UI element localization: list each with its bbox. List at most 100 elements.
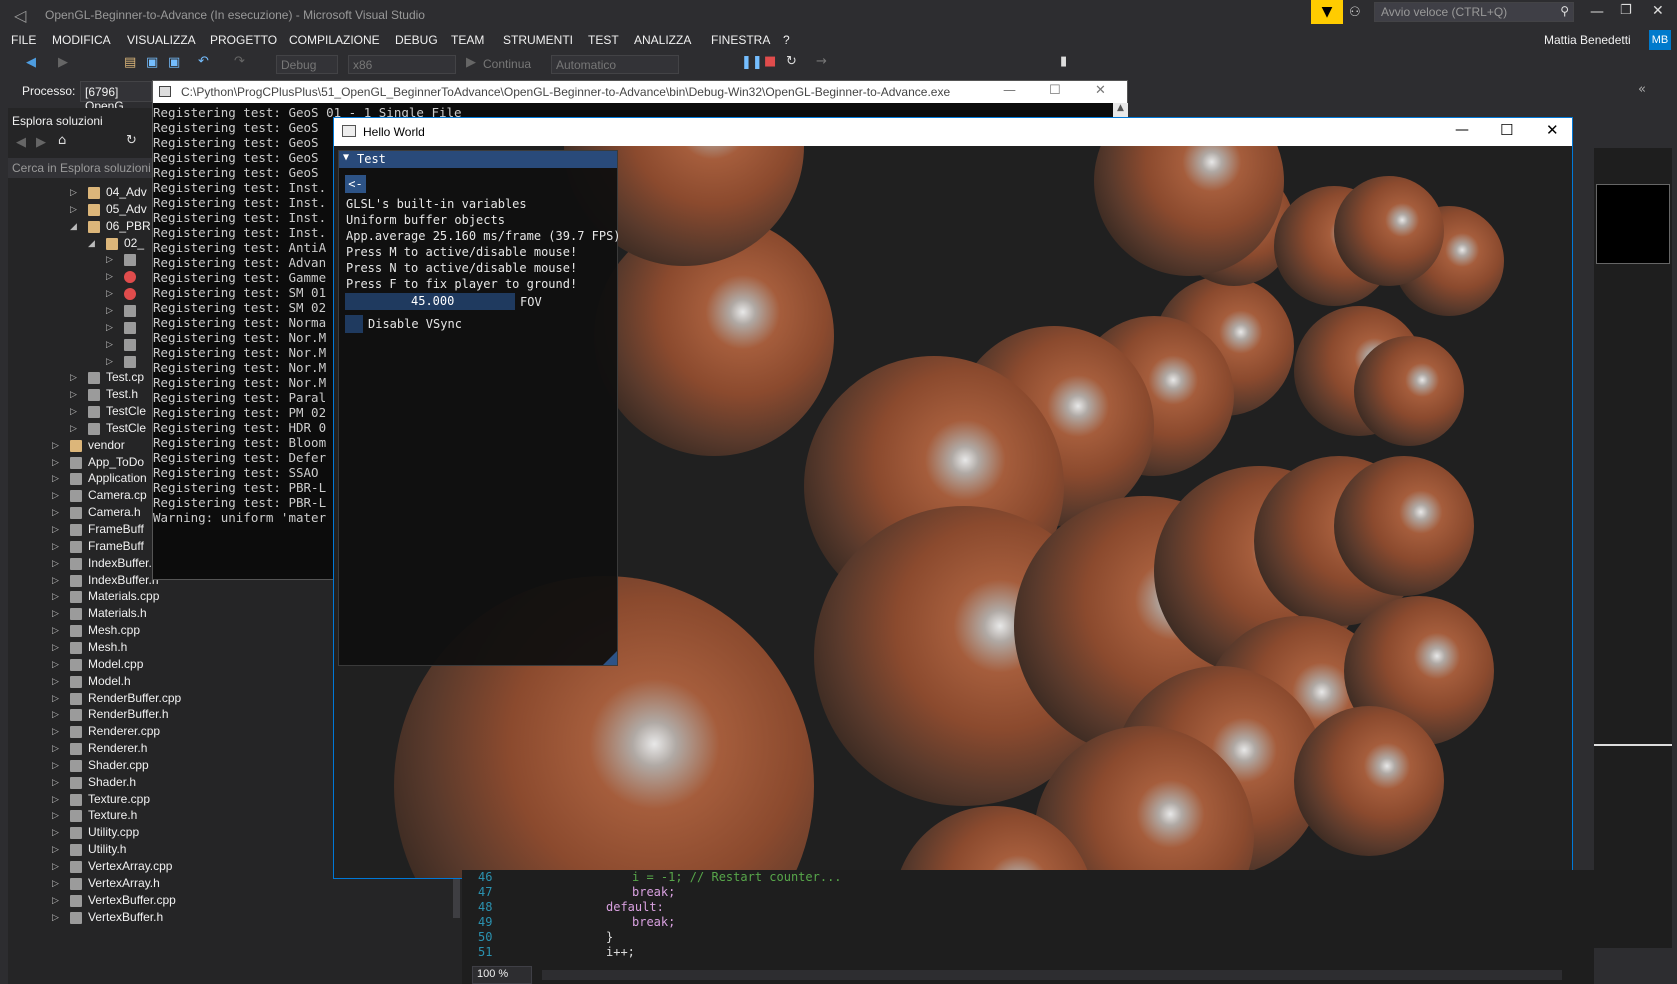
menu-strumenti[interactable]: STRUMENTI [503,33,573,47]
save-icon[interactable]: ▣ [146,55,158,70]
platform-select[interactable]: x86 [348,55,456,74]
expanded-arrow-icon[interactable]: ◢ [88,238,95,249]
pause-icon[interactable]: ❚❚ [741,55,763,70]
collapsed-arrow-icon[interactable]: ▷ [52,861,59,872]
feedback-icon[interactable]: ⚇ [1349,5,1361,20]
console-minimize-button[interactable]: — [1003,83,1016,98]
collapsed-arrow-icon[interactable]: ▷ [52,726,59,737]
collapsed-arrow-icon[interactable]: ▷ [52,440,59,451]
collapsed-arrow-icon[interactable]: ▷ [52,457,59,468]
resize-grip[interactable] [603,651,617,665]
step-over-icon[interactable]: → [816,54,827,69]
console-maximize-button[interactable]: ☐ [1049,83,1061,98]
collapsed-arrow-icon[interactable]: ▷ [52,743,59,754]
collapsed-arrow-icon[interactable]: ▷ [52,507,59,518]
notification-flag-icon[interactable]: ▼ [1311,0,1343,24]
mode-select[interactable]: Automatico [551,55,679,74]
code-minimap[interactable] [1594,148,1672,948]
vsync-checkbox[interactable] [345,315,363,333]
collapse-arrow-icon[interactable]: ▼ [343,152,349,163]
collapsed-arrow-icon[interactable]: ▷ [106,356,113,367]
vsync-label[interactable]: Disable VSync [368,317,462,331]
back-icon[interactable]: ◀ [26,55,36,70]
collapsed-arrow-icon[interactable]: ▷ [52,659,59,670]
menu-modifica[interactable]: MODIFICA [52,33,111,47]
bookmark-icon[interactable]: ▮ [1060,54,1067,69]
menu-help[interactable]: ? [783,33,790,47]
collapsed-arrow-icon[interactable]: ▷ [52,912,59,923]
collapsed-arrow-icon[interactable]: ▷ [106,254,113,265]
collapsed-arrow-icon[interactable]: ▷ [106,339,113,350]
collapsed-arrow-icon[interactable]: ▷ [70,372,77,383]
menu-visualizza[interactable]: VISUALIZZA [127,33,196,47]
collapsed-arrow-icon[interactable]: ▷ [52,558,59,569]
collapsed-arrow-icon[interactable]: ▷ [52,676,59,687]
menu-progetto[interactable]: PROGETTO [210,33,277,47]
collapsed-arrow-icon[interactable]: ▷ [52,541,59,552]
close-button[interactable]: ✕ [1652,3,1664,19]
menu-team[interactable]: TEAM [451,33,484,47]
collapsed-arrow-icon[interactable]: ▷ [52,524,59,535]
collapsed-arrow-icon[interactable]: ▷ [52,810,59,821]
menu-test[interactable]: TEST [588,33,619,47]
imgui-line-glsl[interactable]: GLSL's built-in variables [346,197,527,211]
collapsed-arrow-icon[interactable]: ▷ [52,693,59,704]
collapsed-arrow-icon[interactable]: ▷ [70,187,77,198]
back-button[interactable]: <- [345,175,366,193]
collapsed-arrow-icon[interactable]: ▷ [52,473,59,484]
collapsed-arrow-icon[interactable]: ▷ [70,406,77,417]
code-editor[interactable]: 46 i = -1; // Restart counter... 47 break; 4… [462,870,1594,984]
user-name[interactable]: Mattia Benedetti [1544,33,1631,47]
sync-icon[interactable]: ↻ [126,133,137,148]
collapsed-arrow-icon[interactable]: ▷ [52,625,59,636]
fov-input[interactable]: 45.000 [345,293,515,310]
collapsed-arrow-icon[interactable]: ▷ [106,288,113,299]
collapsed-arrow-icon[interactable]: ▷ [70,423,77,434]
collapsed-arrow-icon[interactable]: ▷ [52,878,59,889]
collapsed-arrow-icon[interactable]: ▷ [52,608,59,619]
redo-icon[interactable]: ↷ [234,54,245,69]
collapsed-arrow-icon[interactable]: ▷ [52,777,59,788]
collapsed-arrow-icon[interactable]: ▷ [52,709,59,720]
collapsed-arrow-icon[interactable]: ▷ [52,642,59,653]
collapse-panel-icon[interactable]: « [1638,82,1646,97]
collapsed-arrow-icon[interactable]: ▷ [52,490,59,501]
restart-icon[interactable]: ↻ [786,54,797,69]
user-avatar[interactable]: MB [1649,30,1671,50]
menu-analizza[interactable]: ANALIZZA [634,33,691,47]
menu-debug[interactable]: DEBUG [395,33,438,47]
undo-icon[interactable]: ↶ [198,54,209,69]
collapsed-arrow-icon[interactable]: ▷ [106,271,113,282]
hello-close-button[interactable]: ✕ [1546,121,1559,139]
collapsed-arrow-icon[interactable]: ▷ [52,827,59,838]
collapsed-arrow-icon[interactable]: ▷ [52,591,59,602]
minimize-button[interactable]: — [1590,4,1604,20]
menu-finestra[interactable]: FINESTRA [711,33,770,47]
console-close-button[interactable]: ✕ [1095,83,1106,98]
menu-file[interactable]: FILE [11,33,36,47]
collapsed-arrow-icon[interactable]: ▷ [52,844,59,855]
se-back-icon[interactable]: ◀ [16,135,26,150]
restore-button[interactable]: ❐ [1620,3,1632,18]
collapsed-arrow-icon[interactable]: ▷ [70,204,77,215]
config-select[interactable]: Debug [276,55,338,74]
imgui-line-ubo[interactable]: Uniform buffer objects [346,213,505,227]
collapsed-arrow-icon[interactable]: ▷ [106,305,113,316]
menu-compilazione[interactable]: COMPILAZIONE [289,33,380,47]
collapsed-arrow-icon[interactable]: ▷ [70,389,77,400]
quick-launch-input[interactable]: Avvio veloce (CTRL+Q) ⚲ [1374,2,1574,22]
hello-minimize-button[interactable]: — [1455,122,1469,138]
collapsed-arrow-icon[interactable]: ▷ [52,760,59,771]
horizontal-scrollbar[interactable] [542,970,1562,980]
hello-maximize-button[interactable]: ☐ [1500,121,1513,139]
zoom-select[interactable]: 100 % [472,966,532,984]
process-select[interactable]: [6796] OpenG [80,81,152,113]
home-icon[interactable]: ⌂ [58,133,66,148]
forward-icon[interactable]: ▶ [58,55,68,70]
save-all-icon[interactable]: ▣ [168,55,180,70]
continue-icon[interactable]: ▶ [466,55,476,70]
stop-icon[interactable]: ■ [764,54,776,69]
search-icon[interactable]: ⚲ [1560,4,1569,18]
collapsed-arrow-icon[interactable]: ▷ [106,322,113,333]
open-folder-icon[interactable]: ▤ [124,55,136,70]
